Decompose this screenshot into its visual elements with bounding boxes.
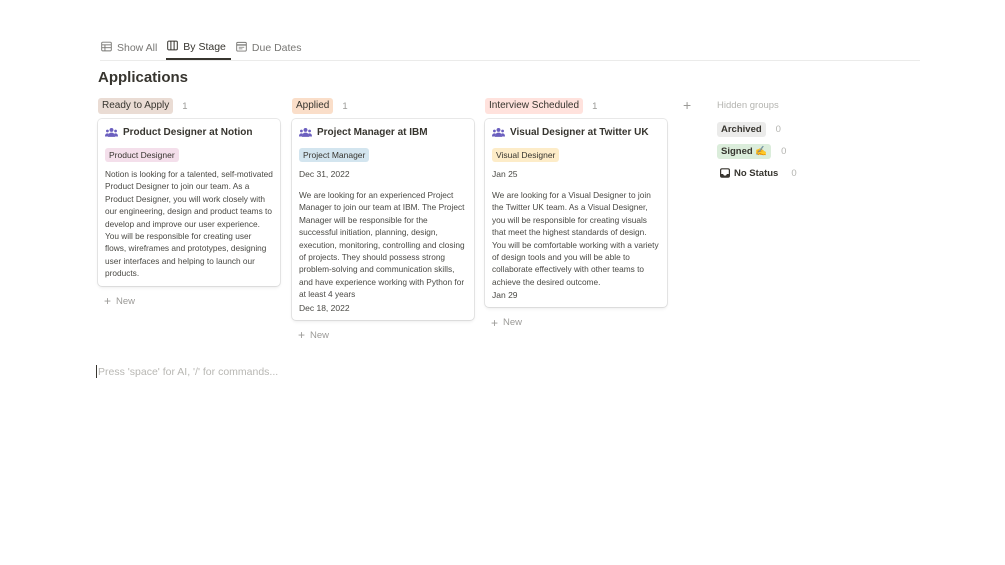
page: Show All By Stage Due Dates Applications… [0,0,1005,565]
board-card[interactable]: Project Manager at IBM Project Manager D… [292,119,474,320]
people-icon [105,127,118,137]
people-icon [492,127,505,137]
column-header[interactable]: Applied 1 [292,97,474,115]
card-title-text: Project Manager at IBM [317,127,428,138]
column-count: 1 [342,100,348,112]
stage-pill: Ready to Apply [98,98,174,114]
card-title: Visual Designer at Twitter UK [492,127,660,138]
card-description: We are looking for an experienced Projec… [299,190,465,300]
hidden-groups-header: Hidden groups [717,100,779,111]
plus-icon: + [298,328,306,343]
board-column-ready-to-apply: Ready to Apply 1 Product Designer at Not… [98,97,280,307]
tab-label: Show All [117,42,158,54]
plus-icon: + [491,315,499,330]
table-icon [101,41,112,55]
new-label: New [310,329,330,341]
card-title: Project Manager at IBM [299,127,467,138]
hidden-group-pill: No Status [717,166,781,181]
column-header[interactable]: Interview Scheduled 1 [485,97,667,115]
new-card-button[interactable]: + New [485,315,667,330]
tab-due-dates[interactable]: Due Dates [235,36,307,60]
card-description: Notion is looking for a talented, self-m… [105,169,273,279]
calendar-icon [236,41,247,55]
board-card[interactable]: Visual Designer at Twitter UK Visual Des… [485,119,667,308]
command-input[interactable] [98,365,478,378]
add-group-button[interactable]: + [683,97,691,113]
board-column-interview-scheduled: Interview Scheduled 1 Visual Designer at… [485,97,667,330]
command-line [96,364,496,379]
hidden-group-pill: Signed ✍️ [717,143,772,159]
hidden-group-no-status[interactable]: No Status 0 [717,165,837,181]
board-column-applied: Applied 1 Project Manager at IBM Project… [292,97,474,341]
new-label: New [116,295,136,307]
hidden-group-pill: Archived [717,121,766,137]
tab-label: Due Dates [251,42,302,54]
column-count: 1 [592,100,598,112]
card-description: We are looking for a Visual Designer to … [492,190,659,287]
hidden-groups: Hidden groups Archived 0 Signed ✍️ 0 No … [717,100,837,187]
column-header[interactable]: Ready to Apply 1 [98,97,280,115]
column-count: 1 [182,100,188,112]
tab-label: By Stage [183,41,226,53]
role-tag: Visual Designer [492,148,560,162]
new-card-button[interactable]: + New [292,328,474,343]
card-title-text: Product Designer at Notion [123,127,253,138]
tab-by-stage[interactable]: By Stage [166,36,231,60]
role-tag: Project Manager [299,148,370,162]
view-tabs: Show All By Stage Due Dates [100,36,920,61]
text-caret [96,365,97,378]
new-card-button[interactable]: + New [98,294,280,309]
new-label: New [503,317,523,329]
people-icon [299,127,312,137]
board-card[interactable]: Product Designer at Notion Product Desig… [98,119,280,286]
hidden-group-count: 0 [781,145,787,157]
hidden-group-signed[interactable]: Signed ✍️ 0 [717,143,837,159]
card-date: Jan 29 [492,290,518,301]
card-title: Product Designer at Notion [105,127,273,138]
card-date: Dec 31, 2022 [299,169,350,179]
tab-show-all[interactable]: Show All [100,36,162,60]
no-status-label: No Status [734,167,779,179]
inbox-icon [720,168,730,178]
card-date: Dec 18, 2022 [299,302,350,313]
role-tag: Product Designer [105,148,179,162]
card-date: Jan 25 [492,169,518,179]
board-icon [167,40,179,54]
hidden-group-archived[interactable]: Archived 0 [717,121,837,137]
card-title-text: Visual Designer at Twitter UK [510,127,649,138]
stage-pill: Interview Scheduled [485,98,584,114]
hidden-group-count: 0 [791,167,797,179]
page-title: Applications [98,69,189,86]
stage-pill: Applied [292,98,334,114]
plus-icon: + [104,294,112,309]
hidden-group-count: 0 [775,123,781,135]
